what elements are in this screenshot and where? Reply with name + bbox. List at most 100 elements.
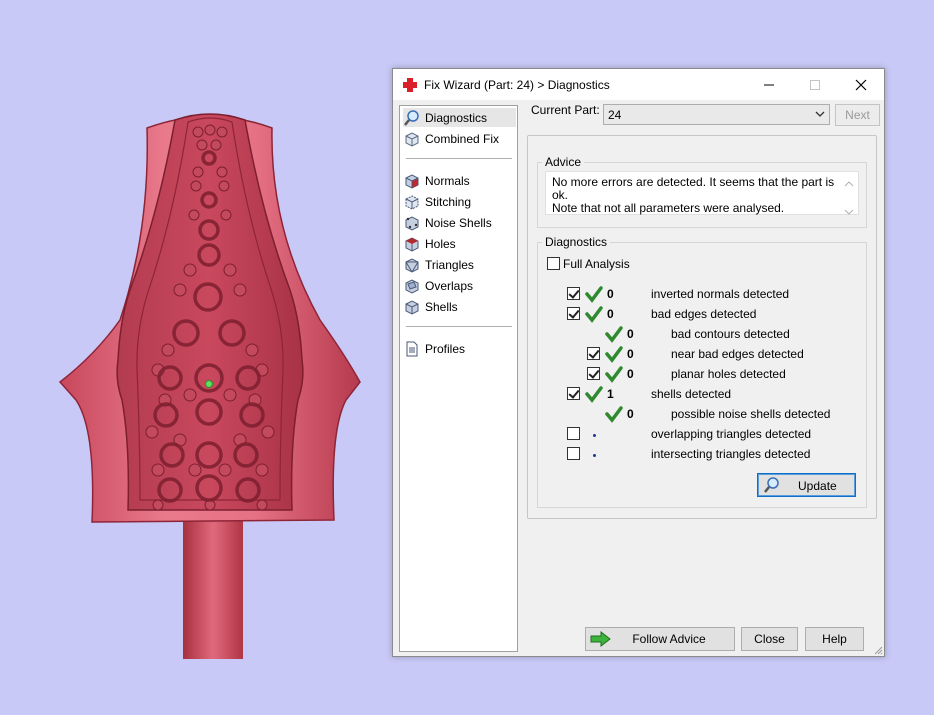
- bad-contours-count: 0: [627, 327, 634, 341]
- cube-icon: [403, 193, 421, 211]
- near-bad-edges-label: near bad edges detected: [671, 347, 804, 361]
- planar-holes-checkbox[interactable]: [587, 367, 600, 380]
- diagnostics-group: Diagnostics Full Analysis 0 inverted nor…: [537, 235, 867, 508]
- nav-item-noise-shells[interactable]: Noise Shells: [403, 213, 516, 232]
- next-button[interactable]: Next: [835, 104, 880, 126]
- magnifier-icon: [403, 109, 421, 127]
- resize-grip-icon[interactable]: [873, 645, 883, 655]
- cube-icon: [403, 214, 421, 232]
- nav-label: Profiles: [425, 341, 466, 356]
- nav-item-holes[interactable]: Holes: [403, 234, 516, 253]
- update-button[interactable]: Update: [757, 473, 856, 497]
- cube-icon: [403, 277, 421, 295]
- nav-item-combined-fix[interactable]: Combined Fix: [403, 129, 516, 148]
- near-bad-edges-count: 0: [627, 347, 634, 361]
- checkmark-icon: [585, 286, 603, 303]
- diagnostics-panel: Advice No more errors are detected. It s…: [527, 135, 877, 519]
- noise-shells-label: possible noise shells detected: [671, 407, 831, 421]
- nav-label: Combined Fix: [425, 131, 500, 146]
- advice-scrollbar[interactable]: [843, 178, 855, 218]
- inverted-normals-label: inverted normals detected: [651, 287, 790, 301]
- close-dialog-button[interactable]: Close: [741, 627, 798, 651]
- magnifier-icon: [764, 477, 779, 493]
- advice-line-2: Note that not all parameters were analys…: [552, 201, 785, 215]
- pending-dot-icon: [593, 454, 596, 457]
- inverted-normals-checkbox[interactable]: [567, 287, 580, 300]
- nav-item-overlaps[interactable]: Overlaps: [403, 276, 516, 295]
- checkmark-icon: [605, 406, 623, 423]
- planar-holes-count: 0: [627, 367, 634, 381]
- bad-edges-label: bad edges detected: [651, 307, 757, 321]
- title-bar[interactable]: Fix Wizard (Part: 24) > Diagnostics: [393, 69, 884, 100]
- shells-checkbox[interactable]: [567, 387, 580, 400]
- nav-label: Diagnostics: [425, 110, 488, 125]
- nav-label: Shells: [425, 299, 458, 314]
- cube-icon: [403, 130, 421, 148]
- cube-icon: [403, 256, 421, 274]
- planar-holes-label: planar holes detected: [671, 367, 786, 381]
- intersecting-triangles-label: intersecting triangles detected: [651, 447, 811, 461]
- full-analysis-checkbox[interactable]: [547, 257, 560, 270]
- inverted-normals-count: 0: [607, 287, 614, 301]
- checkmark-icon: [585, 386, 603, 403]
- nav-label: Noise Shells: [425, 215, 492, 230]
- follow-advice-label: Follow Advice: [632, 632, 706, 646]
- checkmark-icon: [605, 366, 623, 383]
- window-title: Fix Wizard (Part: 24) > Diagnostics: [424, 77, 610, 92]
- advice-text: No more errors are detected. It seems th…: [545, 171, 859, 215]
- intersecting-triangles-checkbox[interactable]: [567, 447, 580, 460]
- checkmark-icon: [605, 346, 623, 363]
- nav-item-shells[interactable]: Shells: [403, 297, 516, 316]
- nav-separator: [406, 326, 512, 327]
- advice-line-1: No more errors are detected. It seems th…: [552, 175, 835, 202]
- minimize-icon: [764, 84, 774, 85]
- nav-label: Triangles: [425, 257, 474, 272]
- bad-edges-checkbox[interactable]: [567, 307, 580, 320]
- full-analysis-label: Full Analysis: [563, 257, 630, 271]
- help-button[interactable]: Help: [805, 627, 864, 651]
- cube-icon: [403, 235, 421, 253]
- current-part-select[interactable]: 24: [603, 104, 830, 125]
- bad-contours-label: bad contours detected: [671, 327, 790, 341]
- nav-item-stitching[interactable]: Stitching: [403, 192, 516, 211]
- advice-title: Advice: [542, 155, 585, 169]
- checkmark-icon: [605, 326, 623, 343]
- overlapping-triangles-checkbox[interactable]: [567, 427, 580, 440]
- bad-edges-count: 0: [607, 307, 614, 321]
- nav-separator: [406, 158, 512, 159]
- minimize-button[interactable]: [746, 69, 792, 100]
- nav-item-profiles[interactable]: Profiles: [403, 339, 516, 358]
- current-part-value: 24: [608, 107, 622, 122]
- document-icon: [403, 340, 421, 358]
- follow-advice-button[interactable]: Follow Advice: [585, 627, 735, 651]
- green-arrow-icon: [590, 631, 611, 647]
- overlapping-triangles-label: overlapping triangles detected: [651, 427, 812, 441]
- near-bad-edges-checkbox[interactable]: [587, 347, 600, 360]
- nav-label: Overlaps: [425, 278, 474, 293]
- shells-label: shells detected: [651, 387, 732, 401]
- cube-icon: [403, 172, 421, 190]
- advice-group: Advice No more errors are detected. It s…: [537, 155, 867, 228]
- nav-item-normals[interactable]: Normals: [403, 171, 516, 190]
- shells-count: 1: [607, 387, 614, 401]
- maximize-icon: [810, 79, 820, 90]
- nav-label: Normals: [425, 173, 470, 188]
- maximize-button[interactable]: [792, 69, 838, 100]
- close-button[interactable]: [838, 69, 884, 100]
- nav-item-diagnostics[interactable]: Diagnostics: [403, 108, 516, 127]
- noise-shells-count: 0: [627, 407, 634, 421]
- diagnostics-title: Diagnostics: [542, 235, 611, 249]
- wizard-nav: Diagnostics Combined Fix Normals Stitchi…: [399, 105, 518, 652]
- nav-label: Stitching: [425, 194, 472, 209]
- update-label: Update: [798, 479, 837, 493]
- fix-wizard-dialog: Fix Wizard (Part: 24) > Diagnostics Diag…: [392, 68, 885, 657]
- checkmark-icon: [585, 306, 603, 323]
- cube-icon: [403, 298, 421, 316]
- red-cross-icon: [403, 77, 417, 92]
- chevron-down-icon: [815, 111, 825, 117]
- current-part-label: Current Part:: [531, 103, 600, 117]
- nav-label: Holes: [425, 236, 456, 251]
- pending-dot-icon: [593, 434, 596, 437]
- nav-item-triangles[interactable]: Triangles: [403, 255, 516, 274]
- close-icon: [855, 79, 867, 90]
